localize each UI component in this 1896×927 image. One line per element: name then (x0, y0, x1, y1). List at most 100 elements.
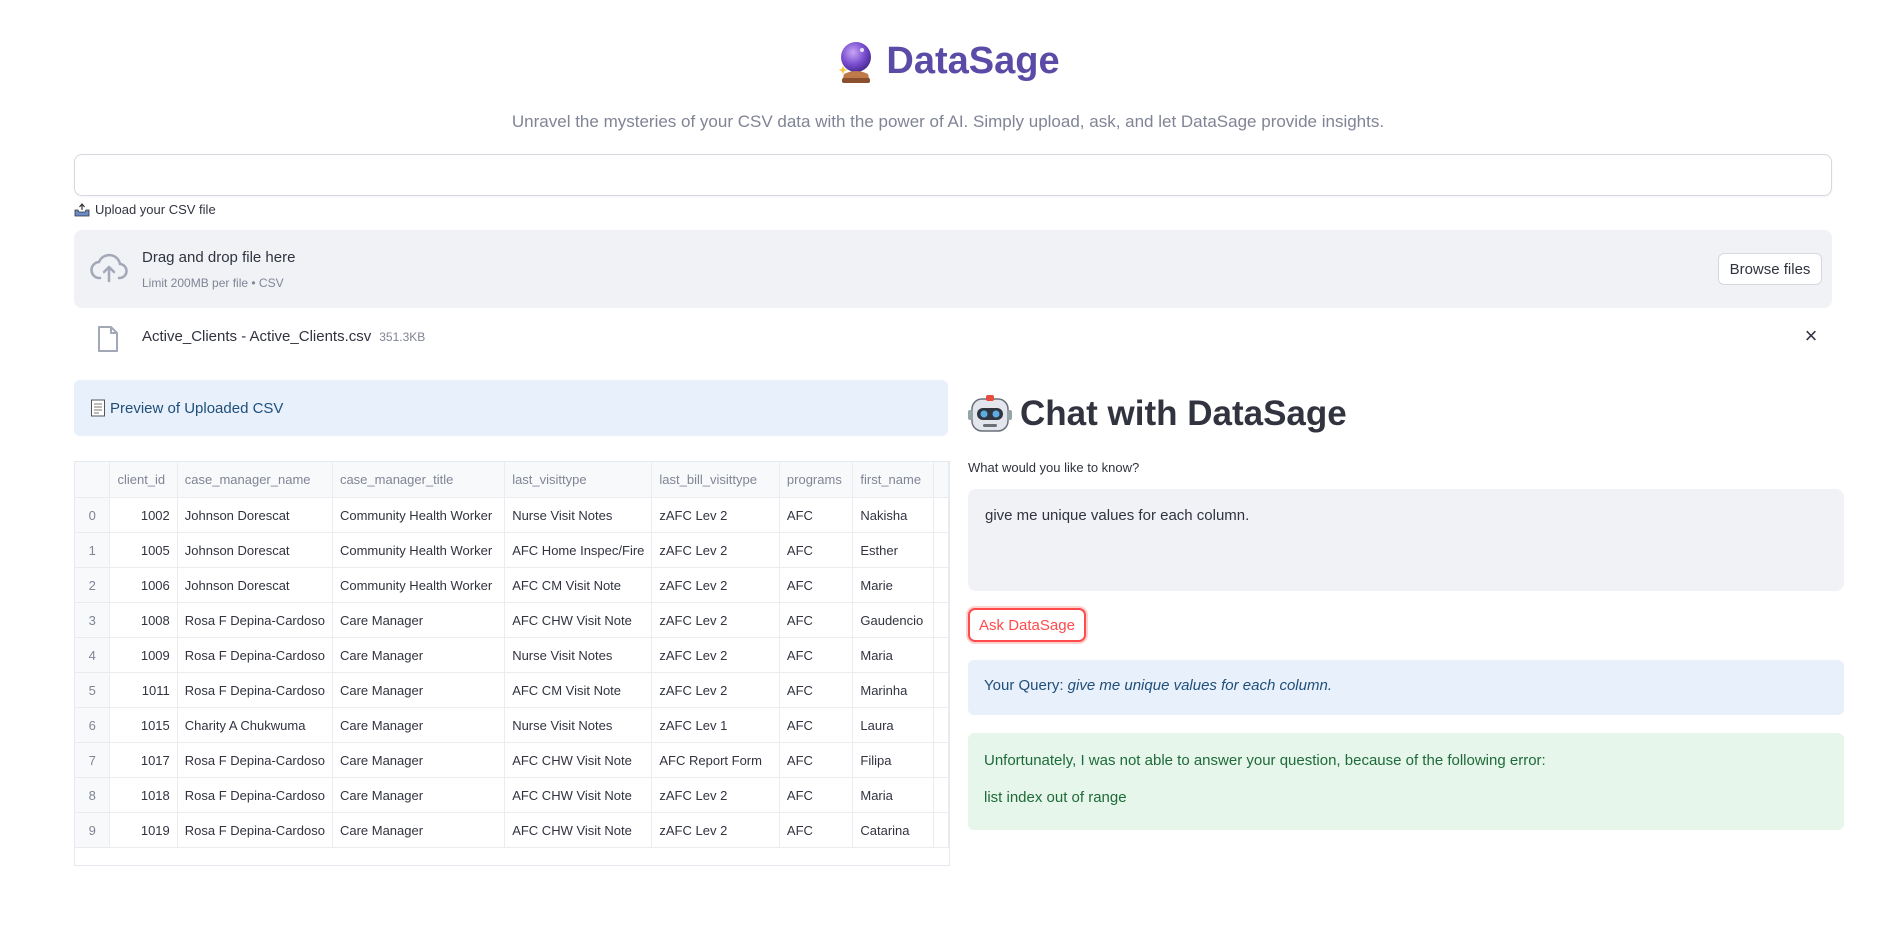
row-index[interactable]: 9 (75, 812, 111, 848)
table-cell[interactable]: Rosa F Depina-Cardoso (177, 812, 333, 848)
close-icon[interactable]: × (1800, 325, 1822, 347)
table-cell[interactable]: Rosa F Depina-Cardoso (177, 637, 333, 673)
table-cell[interactable]: Care Manager (332, 707, 506, 743)
table-cell[interactable]: AFC (779, 532, 854, 568)
table-cell[interactable]: AFC (779, 742, 854, 778)
column-header[interactable]: case_manager_name (177, 462, 333, 498)
row-index[interactable]: 4 (75, 637, 111, 673)
table-cell[interactable]: Community Health Worker (332, 497, 506, 533)
table-cell[interactable]: AFC (779, 672, 854, 708)
browse-files-button[interactable]: Browse files (1718, 253, 1822, 285)
table-cell[interactable]: Rosa F Depina-Cardoso (177, 742, 333, 778)
table-row[interactable]: 3 1008 Rosa F Depina-Cardoso Care Manager AF… (75, 602, 949, 638)
table-cell[interactable]: Laura (852, 707, 934, 743)
table-cell[interactable]: Marie (852, 567, 934, 603)
column-header[interactable]: case_manager_title (332, 462, 506, 498)
column-header[interactable]: last_bill_visittype (651, 462, 780, 498)
table-cell[interactable]: Care Manager (332, 812, 506, 848)
table-cell[interactable]: 1017 (109, 742, 178, 778)
table-cell[interactable]: 1009 (109, 637, 178, 673)
table-cell[interactable]: AFC CM Visit Note (504, 672, 653, 708)
table-cell[interactable]: zAFC Lev 2 (651, 497, 780, 533)
table-cell[interactable]: zAFC Lev 2 (651, 672, 780, 708)
table-row[interactable]: 7 1017 Rosa F Depina-Cardoso Care Manager AF… (75, 742, 949, 778)
table-cell[interactable]: Gaudencio (852, 602, 934, 638)
table-cell[interactable]: Community Health Worker (332, 567, 506, 603)
table-cell[interactable]: 1006 (109, 567, 178, 603)
table-cell[interactable]: 1008 (109, 602, 178, 638)
table-row[interactable]: 4 1009 Rosa F Depina-Cardoso Care Manager Nu… (75, 637, 949, 673)
column-header[interactable]: last_visittype (504, 462, 653, 498)
table-cell[interactable]: 1019 (109, 812, 178, 848)
table-cell[interactable]: zAFC Lev 2 (651, 777, 780, 813)
row-index[interactable]: 7 (75, 742, 111, 778)
table-cell[interactable]: Johnson Dorescat (177, 567, 333, 603)
table-cell[interactable]: Marinha (852, 672, 934, 708)
row-index[interactable]: 3 (75, 602, 111, 638)
table-cell[interactable]: zAFC Lev 2 (651, 602, 780, 638)
table-row[interactable]: 6 1015 Charity A Chukwuma Care Manager Nurse… (75, 707, 949, 743)
table-cell[interactable]: Maria (852, 637, 934, 673)
table-cell[interactable]: Care Manager (332, 602, 506, 638)
table-cell[interactable]: Esther (852, 532, 934, 568)
table-cell[interactable]: Nakisha (852, 497, 934, 533)
table-cell[interactable]: Catarina (852, 812, 934, 848)
csv-preview-table[interactable]: client_id case_manager_name case_manager_t… (74, 461, 950, 866)
ask-datasage-button[interactable]: Ask DataSage (968, 608, 1086, 642)
table-cell[interactable]: AFC CM Visit Note (504, 567, 653, 603)
table-cell[interactable]: AFC (779, 497, 854, 533)
index-header[interactable] (75, 462, 111, 498)
table-cell[interactable]: AFC Report Form (651, 742, 780, 778)
column-header[interactable]: first_name (852, 462, 934, 498)
table-row[interactable]: 1 1005 Johnson Dorescat Community Health Wo… (75, 532, 949, 568)
table-cell[interactable]: Johnson Dorescat (177, 532, 333, 568)
table-cell[interactable]: Nurse Visit Notes (504, 707, 653, 743)
table-cell[interactable]: Maria (852, 777, 934, 813)
table-cell[interactable]: Care Manager (332, 777, 506, 813)
table-cell[interactable]: 1002 (109, 497, 178, 533)
table-row[interactable]: 8 1018 Rosa F Depina-Cardoso Care Manager AF… (75, 777, 949, 813)
table-cell[interactable]: AFC CHW Visit Note (504, 742, 653, 778)
table-cell[interactable]: AFC Home Inspec/Fire (504, 532, 653, 568)
table-cell[interactable]: Care Manager (332, 742, 506, 778)
table-cell[interactable]: Nurse Visit Notes (504, 637, 653, 673)
table-cell[interactable]: zAFC Lev 1 (651, 707, 780, 743)
row-index[interactable]: 1 (75, 532, 111, 568)
row-index[interactable]: 5 (75, 672, 111, 708)
column-header[interactable]: programs (779, 462, 854, 498)
table-cell[interactable]: Rosa F Depina-Cardoso (177, 777, 333, 813)
table-cell[interactable]: Filipa (852, 742, 934, 778)
table-cell[interactable]: AFC CHW Visit Note (504, 777, 653, 813)
table-cell[interactable]: 1005 (109, 532, 178, 568)
file-dropzone[interactable] (74, 230, 1832, 308)
table-row[interactable]: 2 1006 Johnson Dorescat Community Health Wo… (75, 567, 949, 603)
table-cell[interactable]: zAFC Lev 2 (651, 812, 780, 848)
table-cell[interactable]: 1011 (109, 672, 178, 708)
table-cell[interactable]: Charity A Chukwuma (177, 707, 333, 743)
row-index[interactable]: 0 (75, 497, 111, 533)
table-cell[interactable]: AFC (779, 777, 854, 813)
question-textarea[interactable]: give me unique values for each column. (968, 489, 1844, 591)
table-cell[interactable]: zAFC Lev 2 (651, 567, 780, 603)
table-cell[interactable]: AFC (779, 602, 854, 638)
table-cell[interactable]: AFC (779, 637, 854, 673)
table-cell[interactable]: 1018 (109, 777, 178, 813)
column-header[interactable]: client_id (109, 462, 178, 498)
table-cell[interactable]: Nurse Visit Notes (504, 497, 653, 533)
row-index[interactable]: 8 (75, 777, 111, 813)
row-index[interactable]: 2 (75, 567, 111, 603)
table-cell[interactable]: AFC (779, 707, 854, 743)
top-text-input[interactable] (74, 154, 1832, 196)
table-cell[interactable]: Care Manager (332, 637, 506, 673)
table-cell[interactable]: Rosa F Depina-Cardoso (177, 672, 333, 708)
table-row[interactable]: 5 1011 Rosa F Depina-Cardoso Care Manager AF… (75, 672, 949, 708)
row-index[interactable]: 6 (75, 707, 111, 743)
table-row[interactable]: 0 1002 Johnson Dorescat Community Health Wo… (75, 497, 949, 533)
table-cell[interactable]: Johnson Dorescat (177, 497, 333, 533)
table-cell[interactable]: AFC (779, 567, 854, 603)
table-cell[interactable]: 1015 (109, 707, 178, 743)
table-cell[interactable]: Community Health Worker (332, 532, 506, 568)
table-cell[interactable]: Rosa F Depina-Cardoso (177, 602, 333, 638)
table-cell[interactable]: AFC (779, 812, 854, 848)
table-row[interactable]: 9 1019 Rosa F Depina-Cardoso Care Manager AF… (75, 812, 949, 848)
